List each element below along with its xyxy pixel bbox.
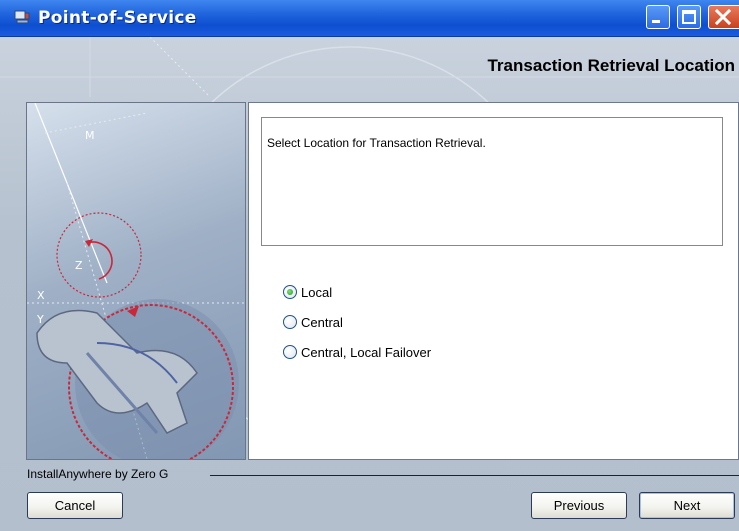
maximize-icon	[682, 10, 696, 24]
axis-label-y: Y	[36, 313, 44, 326]
next-button[interactable]: Next	[639, 492, 735, 519]
page-heading: Transaction Retrieval Location	[487, 56, 735, 75]
minimize-button[interactable]	[646, 5, 670, 29]
radio-label-central-local-failover: Central, Local Failover	[301, 344, 432, 360]
radio-button-selected[interactable]	[283, 285, 297, 299]
title-bar[interactable]: Point-of-Service	[0, 0, 739, 37]
maximize-button[interactable]	[677, 5, 701, 29]
previous-button[interactable]: Previous	[531, 492, 627, 519]
wrench-graphic: M Z X Y	[27, 103, 245, 459]
window-title: Point-of-Service	[38, 8, 197, 28]
axis-label-x: X	[37, 289, 45, 302]
radio-button[interactable]	[283, 345, 297, 359]
description-text: Select Location for Transaction Retrieva…	[267, 136, 486, 150]
radio-option-central[interactable]: Central	[283, 312, 343, 332]
radio-option-central-local-failover[interactable]: Central, Local Failover	[283, 342, 431, 362]
cancel-button[interactable]: Cancel	[27, 492, 123, 519]
minimize-icon	[652, 20, 660, 23]
close-button[interactable]	[708, 5, 739, 29]
installer-brand: InstallAnywhere by Zero G	[27, 467, 169, 481]
close-icon	[714, 8, 732, 26]
axis-label-z: Z	[75, 259, 83, 272]
description-box: Select Location for Transaction Retrieva…	[261, 117, 723, 246]
footer-divider	[210, 475, 739, 476]
radio-option-local[interactable]: Local	[283, 282, 332, 302]
axis-label-m: M	[85, 129, 95, 142]
radio-button[interactable]	[283, 315, 297, 329]
radio-label-local: Local	[301, 284, 333, 300]
installer-window: Point-of-Service Transaction Retrieval L…	[0, 0, 739, 531]
app-icon	[14, 10, 30, 24]
radio-label-central: Central	[301, 314, 343, 330]
side-graphic: M Z X Y	[26, 102, 246, 460]
